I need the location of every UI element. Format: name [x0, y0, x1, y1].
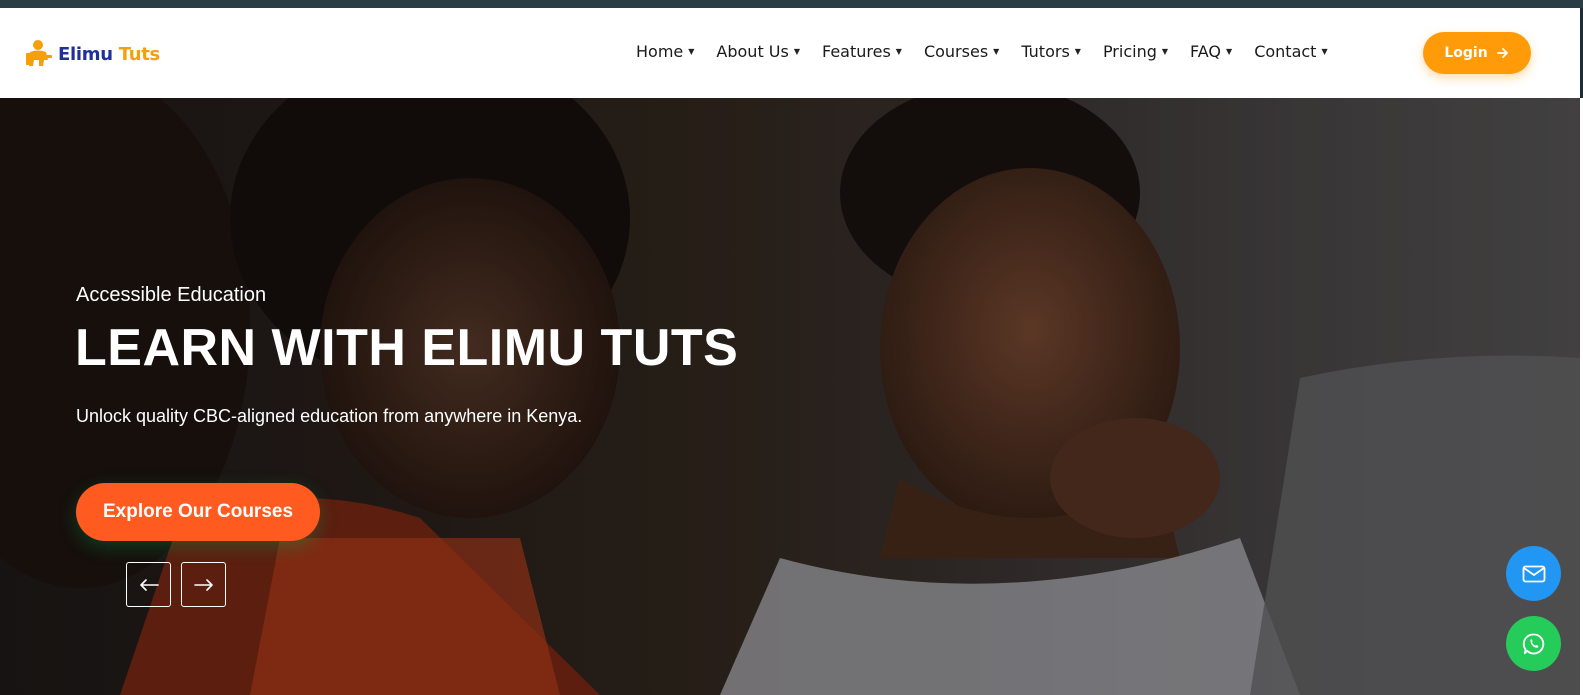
whatsapp-icon — [1522, 633, 1544, 654]
login-label: Login — [1444, 45, 1488, 61]
caret-down-icon: ▼ — [895, 47, 902, 56]
slider-next-button[interactable] — [181, 562, 226, 607]
nav-item-contact[interactable]: Contact ▼ — [1254, 42, 1327, 61]
brand-name: Elimu Tuts — [58, 44, 160, 65]
hero-slider: Accessible Education LEARN WITH ELIMU TU… — [0, 98, 1580, 695]
nav-item-label: Courses — [923, 42, 989, 61]
login-button[interactable]: Login — [1423, 32, 1531, 74]
hero-eyebrow: Accessible Education — [76, 284, 267, 306]
arrow-right-icon — [1496, 46, 1510, 60]
hero-overlay — [0, 98, 1580, 695]
nav-item-pricing[interactable]: Pricing ▼ — [1103, 42, 1168, 61]
whatsapp-float-button[interactable] — [1506, 616, 1561, 671]
email-float-button[interactable] — [1506, 546, 1561, 601]
nav-item-faq[interactable]: FAQ ▼ — [1190, 42, 1232, 61]
nav-item-label: Features — [822, 42, 891, 61]
nav-item-label: Home — [636, 42, 684, 61]
slider-prev-button[interactable] — [126, 562, 171, 607]
brand-name-part2: Tuts — [118, 43, 161, 65]
nav-item-courses[interactable]: Courses ▼ — [924, 42, 999, 61]
nav-item-features[interactable]: Features ▼ — [822, 42, 902, 61]
nav-item-about-us[interactable]: About Us ▼ — [716, 42, 800, 61]
caret-down-icon: ▼ — [793, 47, 800, 56]
nav-item-label: Pricing — [1102, 42, 1157, 61]
hero-title: LEARN WITH ELIMU TUTS — [75, 319, 739, 377]
top-accent-bar — [0, 0, 1583, 8]
main-nav: Home ▼ About Us ▼ Features ▼ Courses ▼ Tutor… — [636, 42, 1350, 61]
nav-item-home[interactable]: Home ▼ — [636, 42, 694, 61]
nav-item-label: Contact — [1254, 42, 1317, 61]
logo-icon — [24, 38, 56, 70]
caret-down-icon: ▼ — [1226, 47, 1233, 56]
nav-item-label: FAQ — [1190, 42, 1222, 61]
caret-down-icon: ▼ — [1161, 47, 1169, 56]
caret-down-icon: ▼ — [1321, 47, 1328, 56]
arrow-right-icon — [193, 578, 213, 591]
nav-item-tutors[interactable]: Tutors ▼ — [1021, 42, 1081, 61]
hero-description: Unlock quality CBC-aligned education fro… — [76, 406, 583, 426]
caret-down-icon: ▼ — [688, 47, 695, 56]
caret-down-icon: ▼ — [1074, 47, 1081, 56]
nav-item-label: About Us — [716, 42, 789, 61]
explore-courses-button[interactable]: Explore Our Courses — [76, 483, 320, 541]
arrow-left-icon — [139, 578, 159, 591]
brand-logo[interactable]: Elimu Tuts — [24, 36, 160, 72]
brand-name-part1: Elimu — [58, 43, 113, 65]
mail-icon — [1522, 565, 1545, 582]
navbar: Elimu Tuts Home ▼ About Us ▼ Features ▼ Cou… — [0, 8, 1583, 98]
nav-item-label: Tutors — [1021, 42, 1070, 61]
caret-down-icon: ▼ — [993, 47, 1000, 56]
